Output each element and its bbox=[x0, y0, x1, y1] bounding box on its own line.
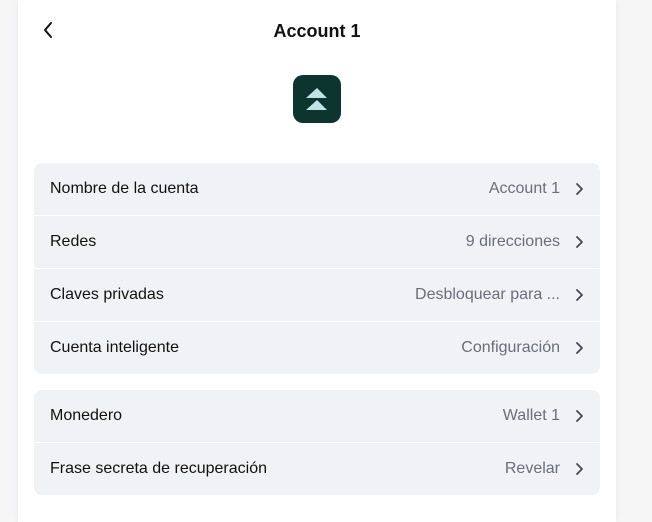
account-details-panel: Account 1 Nombre de la cuenta Account 1 … bbox=[18, 0, 616, 522]
row-value: Account 1 bbox=[488, 180, 560, 197]
chevron-right-icon bbox=[574, 462, 584, 476]
chevron-right-icon bbox=[574, 182, 584, 196]
row-value: Revelar bbox=[504, 460, 560, 477]
row-label: Monedero bbox=[50, 407, 123, 424]
chevron-right-icon bbox=[574, 409, 584, 423]
row-label: Frase secreta de recuperación bbox=[50, 460, 267, 477]
row-wallet[interactable]: Monedero Wallet 1 bbox=[34, 390, 600, 442]
row-secret-recovery-phrase[interactable]: Frase secreta de recuperación Revelar bbox=[34, 442, 600, 495]
account-settings-group: Nombre de la cuenta Account 1 Redes 9 di… bbox=[34, 163, 600, 374]
row-private-keys[interactable]: Claves privadas Desbloquear para ... bbox=[34, 268, 600, 321]
header: Account 1 bbox=[18, 0, 616, 64]
row-label: Nombre de la cuenta bbox=[50, 180, 199, 197]
row-value: Wallet 1 bbox=[502, 407, 560, 424]
row-value: Desbloquear para ... bbox=[415, 286, 560, 303]
chevron-right-icon bbox=[574, 341, 584, 355]
row-label: Claves privadas bbox=[50, 286, 164, 303]
row-value: 9 direcciones bbox=[465, 233, 560, 250]
chevron-right-icon bbox=[574, 288, 584, 302]
wallet-settings-group: Monedero Wallet 1 Frase secreta de recup… bbox=[34, 390, 600, 495]
row-smart-account[interactable]: Cuenta inteligente Configuración bbox=[34, 321, 600, 374]
chevron-right-icon bbox=[574, 235, 584, 249]
row-account-name[interactable]: Nombre de la cuenta Account 1 bbox=[34, 163, 600, 215]
page-title: Account 1 bbox=[273, 21, 361, 41]
account-logo-icon bbox=[306, 88, 327, 110]
row-label: Redes bbox=[50, 233, 97, 250]
account-avatar bbox=[293, 75, 341, 123]
row-value: Configuración bbox=[461, 339, 560, 356]
row-networks[interactable]: Redes 9 direcciones bbox=[34, 215, 600, 268]
row-label: Cuenta inteligente bbox=[50, 339, 179, 356]
